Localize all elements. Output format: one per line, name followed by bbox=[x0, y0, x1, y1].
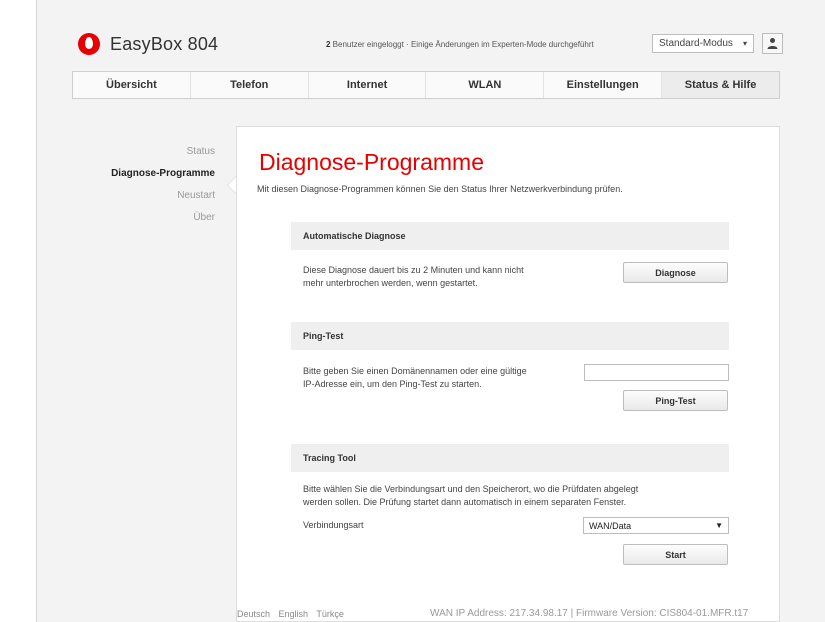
user-icon bbox=[767, 38, 778, 49]
ping-test-line2: IP-Adresse ein, um den Ping-Test zu star… bbox=[303, 379, 482, 389]
tab-internet[interactable]: Internet bbox=[309, 72, 427, 98]
page-title: Diagnose-Programme bbox=[259, 149, 484, 175]
chevron-down-icon: ▾ bbox=[742, 39, 747, 48]
mode-select-value: Standard-Modus bbox=[659, 38, 733, 49]
section-header-tracing-tool: Tracing Tool bbox=[291, 444, 729, 472]
connection-type-select[interactable]: WAN/Data ▼ bbox=[583, 517, 729, 534]
tab-uebersicht[interactable]: Übersicht bbox=[73, 72, 191, 98]
ping-target-input[interactable] bbox=[584, 364, 729, 381]
footer-device-info: WAN IP Address: 217.34.98.17 | Firmware … bbox=[430, 608, 749, 619]
connection-type-label: Verbindungsart bbox=[303, 520, 364, 530]
tab-telefon[interactable]: Telefon bbox=[191, 72, 309, 98]
ping-test-description: Bitte geben Sie einen Domänennamen oder … bbox=[303, 365, 527, 391]
tracing-tool-description: Bitte wählen Sie die Verbindungsart und … bbox=[303, 483, 638, 509]
brand-logo[interactable]: EasyBox 804 bbox=[78, 33, 218, 55]
tab-einstellungen[interactable]: Einstellungen bbox=[544, 72, 663, 98]
user-button[interactable] bbox=[762, 33, 783, 54]
ping-test-button[interactable]: Ping-Test bbox=[623, 390, 728, 411]
language-switcher: Deutsch English Türkçe bbox=[237, 609, 350, 619]
auto-diagnose-line2: mehr unterbrochen werden, wenn gestartet… bbox=[303, 278, 478, 288]
users-status-text: Benutzer eingeloggt · Einige Änderungen … bbox=[330, 40, 594, 49]
start-button[interactable]: Start bbox=[623, 544, 728, 565]
lang-deutsch[interactable]: Deutsch bbox=[237, 609, 270, 619]
section-header-ping-test: Ping-Test bbox=[291, 322, 729, 350]
sidebar-item-ueber[interactable]: Über bbox=[80, 211, 215, 233]
lang-tuerkce[interactable]: Türkçe bbox=[316, 609, 344, 619]
lang-english[interactable]: English bbox=[279, 609, 309, 619]
sidebar-item-diagnose[interactable]: Diagnose-Programme bbox=[80, 167, 215, 189]
vodafone-logo-icon bbox=[78, 33, 100, 55]
main-nav: Übersicht Telefon Internet WLAN Einstell… bbox=[72, 71, 780, 99]
active-item-pointer bbox=[227, 176, 236, 194]
sidebar-item-neustart[interactable]: Neustart bbox=[80, 189, 215, 211]
tab-status-hilfe[interactable]: Status & Hilfe bbox=[662, 72, 779, 98]
mode-select[interactable]: Standard-Modus ▾ bbox=[652, 34, 754, 53]
diagnose-button[interactable]: Diagnose bbox=[623, 262, 728, 283]
auto-diagnose-line1: Diese Diagnose dauert bis zu 2 Minuten u… bbox=[303, 265, 524, 275]
auto-diagnose-description: Diese Diagnose dauert bis zu 2 Minuten u… bbox=[303, 264, 524, 290]
login-status: 2 Benutzer eingeloggt · Einige Änderunge… bbox=[326, 40, 594, 49]
content-panel: Diagnose-Programme Mit diesen Diagnose-P… bbox=[236, 126, 780, 622]
page-subtitle: Mit diesen Diagnose-Programmen können Si… bbox=[257, 184, 623, 194]
sidebar: Status Diagnose-Programme Neustart Über bbox=[80, 145, 215, 233]
ping-test-line1: Bitte geben Sie einen Domänennamen oder … bbox=[303, 366, 527, 376]
brand-name: EasyBox 804 bbox=[110, 33, 219, 54]
chevron-down-icon: ▼ bbox=[715, 521, 723, 530]
tracing-tool-line1: Bitte wählen Sie die Verbindungsart und … bbox=[303, 484, 639, 494]
section-header-auto-diagnose: Automatische Diagnose bbox=[291, 222, 729, 250]
connection-type-value: WAN/Data bbox=[589, 520, 632, 531]
tracing-tool-line2: werden sollen. Die Prüfung startet dann … bbox=[303, 497, 627, 507]
sidebar-item-status[interactable]: Status bbox=[80, 145, 215, 167]
tab-wlan[interactable]: WLAN bbox=[426, 72, 545, 98]
